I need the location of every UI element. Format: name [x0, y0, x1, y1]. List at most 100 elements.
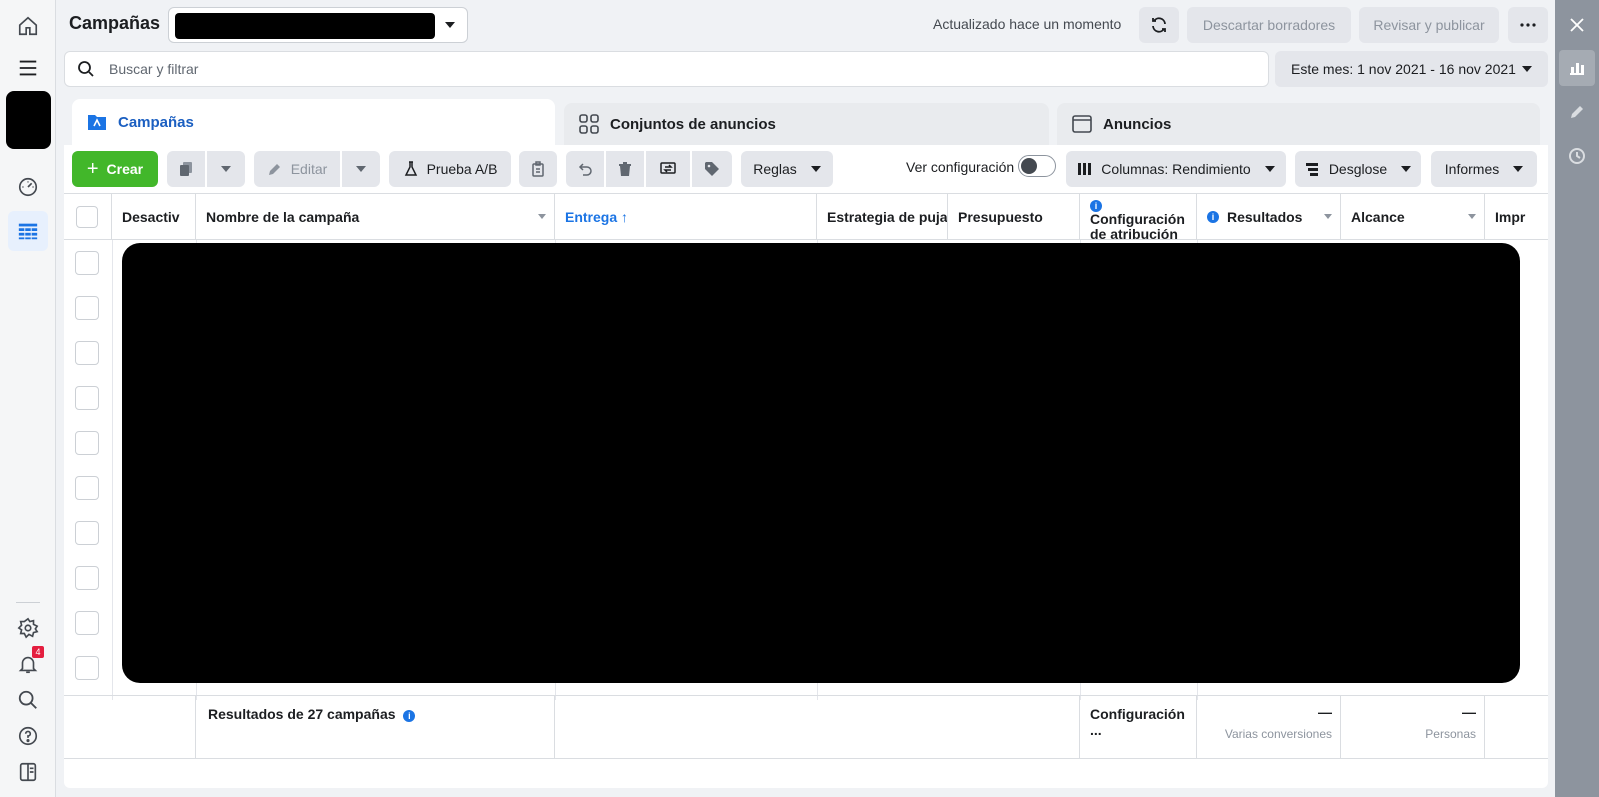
campaign-folder-icon: [88, 115, 106, 130]
reports-label: Informes: [1444, 161, 1500, 177]
select-all-cell: [64, 194, 112, 240]
view-config-toggle[interactable]: [1018, 155, 1056, 177]
column-divider: [112, 240, 113, 700]
table-summary-row: Resultados de 27 campañas i Configuració…: [64, 695, 1548, 759]
row-checkbox[interactable]: [75, 476, 99, 500]
bell-icon[interactable]: 4: [8, 644, 48, 684]
chevron-down-icon: [221, 166, 231, 172]
column-label: Configuración de atribución: [1090, 211, 1185, 241]
ab-test-button[interactable]: Prueba A/B: [389, 151, 511, 187]
column-label: Desactiv: [122, 209, 180, 225]
search-nav-icon[interactable]: [8, 680, 48, 720]
select-all-checkbox[interactable]: [76, 206, 98, 228]
row-checkbox[interactable]: [75, 431, 99, 455]
breakdown-label: Desglose: [1328, 161, 1388, 177]
summary-label: Resultados de 27 campañas i: [208, 706, 416, 722]
discard-drafts-button[interactable]: Descartar borradores: [1187, 7, 1351, 43]
tab-ads[interactable]: Anuncios: [1057, 103, 1540, 145]
refresh-icon: [1152, 17, 1166, 33]
summary-results-sub: Varias conversiones: [1224, 727, 1332, 741]
preview-swap-icon: [660, 162, 676, 174]
row-checkbox[interactable]: [75, 521, 99, 545]
account-avatar[interactable]: [6, 91, 51, 149]
sort-icon: [1324, 214, 1332, 219]
row-checkbox[interactable]: [75, 566, 99, 590]
row-checkbox[interactable]: [75, 611, 99, 635]
column-label: Resultados: [1227, 209, 1303, 225]
summary-cell-results: — Varias conversiones: [1197, 696, 1341, 758]
columns-icon: [1078, 163, 1092, 175]
undo-button[interactable]: [566, 151, 604, 187]
ab-test-label: Prueba A/B: [426, 161, 498, 177]
row-checkbox[interactable]: [75, 251, 99, 275]
search-input[interactable]: [109, 58, 1249, 80]
chevron-down-icon: [1264, 166, 1275, 172]
column-label: Estrategia de puja: [827, 209, 948, 225]
ad-sets-grid-icon: [579, 114, 599, 134]
column-header-results[interactable]: i Resultados: [1197, 194, 1341, 240]
row-checkbox[interactable]: [75, 296, 99, 320]
summary-cell: [1485, 696, 1548, 758]
delete-button[interactable]: [606, 151, 644, 187]
column-header-off[interactable]: Desactiv: [112, 194, 196, 240]
reports-button[interactable]: Informes: [1431, 151, 1537, 187]
tab-label: Campañas: [118, 113, 194, 131]
edit-options-button[interactable]: [342, 151, 380, 187]
side-panel-icon[interactable]: [8, 752, 48, 792]
columns-label: Columnas: Rendimiento: [1101, 161, 1251, 177]
close-icon[interactable]: [1566, 14, 1588, 36]
columns-button[interactable]: Columnas: Rendimiento: [1066, 151, 1286, 187]
trash-icon: [619, 162, 631, 176]
plus-icon: +: [86, 157, 99, 180]
ad-window-icon: [1072, 115, 1092, 133]
breakdown-icon: [1305, 163, 1318, 176]
column-label: Presupuesto: [958, 209, 1043, 225]
column-header-attribution[interactable]: i Configuración de atribución: [1080, 194, 1197, 240]
history-clock-icon[interactable]: [1559, 138, 1595, 174]
tag-button[interactable]: [692, 151, 732, 187]
tab-label: Conjuntos de anuncios: [610, 115, 776, 133]
column-header-budget[interactable]: Presupuesto: [948, 194, 1080, 240]
column-label: Nombre de la campaña: [206, 209, 360, 225]
tab-ad-sets[interactable]: Conjuntos de anuncios: [564, 103, 1049, 145]
rules-button[interactable]: Reglas: [741, 151, 833, 187]
column-header-bid-strategy[interactable]: Estrategia de puja: [817, 194, 948, 240]
column-header-campaign-name[interactable]: Nombre de la campaña: [196, 194, 555, 240]
tab-campaigns[interactable]: Campañas: [72, 99, 555, 145]
column-header-impressions[interactable]: Impr: [1485, 194, 1548, 240]
column-header-reach[interactable]: Alcance: [1341, 194, 1485, 240]
review-publish-button[interactable]: Revisar y publicar: [1359, 7, 1499, 43]
performance-dashboard-icon[interactable]: [8, 167, 48, 207]
row-checkbox[interactable]: [75, 386, 99, 410]
menu-icon[interactable]: [8, 48, 48, 88]
home-icon[interactable]: [8, 6, 48, 46]
duplicate-options-button[interactable]: [207, 151, 245, 187]
row-checkbox[interactable]: [75, 656, 99, 680]
preview-button[interactable]: [646, 151, 690, 187]
clipboard-button[interactable]: [519, 151, 557, 187]
duplicate-icon: [180, 162, 192, 176]
pencil-icon[interactable]: [1559, 94, 1595, 130]
ads-manager-table-icon[interactable]: [8, 211, 48, 251]
create-button[interactable]: + Crear: [72, 151, 158, 187]
tab-label: Anuncios: [1103, 115, 1172, 133]
gear-icon[interactable]: [8, 608, 48, 648]
edit-button[interactable]: Editar: [254, 151, 340, 187]
toggle-knob: [1021, 158, 1037, 174]
duplicate-button[interactable]: [167, 151, 205, 187]
row-checkbox[interactable]: [75, 341, 99, 365]
summary-reach-sub: Personas: [1425, 727, 1476, 741]
date-range-picker[interactable]: Este mes: 1 nov 2021 - 16 nov 2021: [1275, 51, 1548, 87]
account-selector[interactable]: [168, 7, 468, 43]
help-icon[interactable]: [8, 716, 48, 756]
summary-cell: Configuración ...: [1080, 696, 1197, 758]
refresh-button[interactable]: [1139, 7, 1179, 43]
tag-icon: [705, 162, 719, 176]
more-options-button[interactable]: [1508, 7, 1548, 43]
column-header-delivery[interactable]: Entrega ↑: [555, 194, 817, 240]
breakdown-button[interactable]: Desglose: [1295, 151, 1421, 187]
info-icon: i: [403, 710, 416, 722]
chart-bar-icon[interactable]: [1559, 50, 1595, 86]
page-title: Campañas: [69, 13, 161, 33]
chevron-down-icon: [810, 166, 821, 172]
